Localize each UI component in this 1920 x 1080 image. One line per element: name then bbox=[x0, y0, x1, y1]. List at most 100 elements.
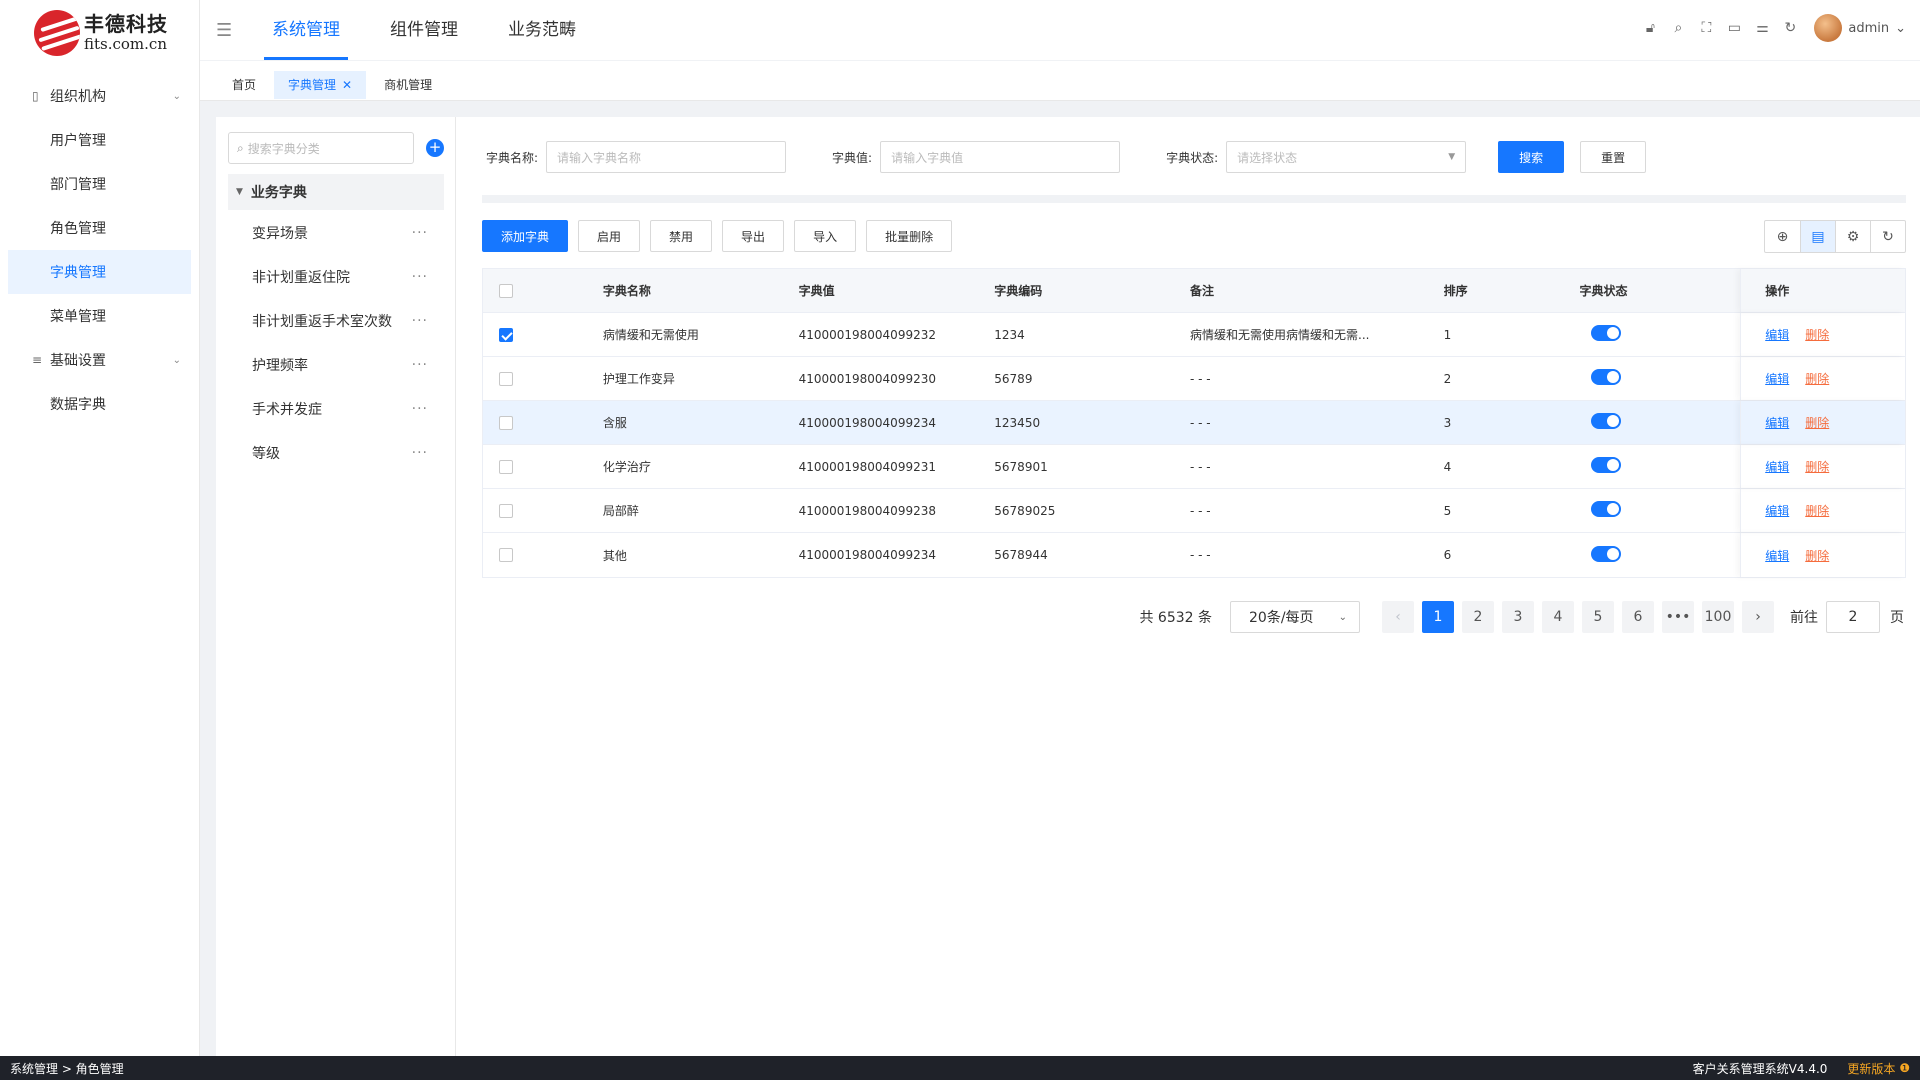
tab-home[interactable]: 首页 bbox=[218, 71, 270, 99]
more-icon[interactable]: ··· bbox=[412, 269, 428, 285]
sidebar-item-menus[interactable]: 菜单管理 bbox=[8, 294, 191, 338]
sidebar-item-roles[interactable]: 角色管理 bbox=[8, 206, 191, 250]
page-button[interactable]: 3 bbox=[1502, 601, 1534, 633]
tree-node[interactable]: 护理频率 ··· bbox=[252, 343, 444, 387]
sidebar-item-data-dictionary[interactable]: 数据字典 bbox=[8, 382, 191, 426]
edit-link[interactable]: 编辑 bbox=[1765, 547, 1789, 564]
nav-business[interactable]: 业务范畴 bbox=[500, 0, 584, 60]
prev-page-button[interactable]: ‹ bbox=[1382, 601, 1414, 633]
edit-link[interactable]: 编辑 bbox=[1765, 414, 1789, 431]
status-toggle[interactable] bbox=[1591, 457, 1622, 473]
add-category-button[interactable]: + bbox=[426, 139, 444, 157]
table-row[interactable]: 含服 410000198004099234 123450 - - - 3 编辑删… bbox=[483, 401, 1905, 445]
add-dictionary-button[interactable]: 添加字典 bbox=[482, 220, 569, 252]
reset-button[interactable]: 重置 bbox=[1580, 141, 1647, 173]
tree-search-input[interactable]: ⌕ 搜索字典分类 bbox=[228, 132, 414, 164]
dict-value-input[interactable]: 请输入字典值 bbox=[880, 141, 1121, 173]
refresh-icon[interactable]: ↻ bbox=[1870, 221, 1905, 252]
row-checkbox[interactable] bbox=[499, 327, 513, 342]
density-icon[interactable]: ▤ bbox=[1800, 221, 1835, 252]
edit-link[interactable]: 编辑 bbox=[1765, 326, 1789, 343]
goto-page-input[interactable]: 2 bbox=[1826, 601, 1880, 633]
status-toggle[interactable] bbox=[1591, 413, 1622, 429]
page-button[interactable]: 5 bbox=[1582, 601, 1614, 633]
delete-link[interactable]: 删除 bbox=[1805, 326, 1829, 343]
row-checkbox[interactable] bbox=[499, 503, 513, 518]
page-button[interactable]: 2 bbox=[1462, 601, 1494, 633]
more-icon[interactable]: ··· bbox=[412, 225, 428, 241]
row-checkbox[interactable] bbox=[499, 548, 513, 563]
menu-toggle-icon[interactable]: ☰ bbox=[216, 20, 232, 41]
zoom-icon[interactable]: ⊕ bbox=[1765, 221, 1800, 252]
sidebar-item-users[interactable]: 用户管理 bbox=[8, 118, 191, 162]
tab-dictionary[interactable]: 字典管理 ✕ bbox=[274, 71, 367, 99]
dict-name-input[interactable]: 请输入字典名称 bbox=[546, 141, 787, 173]
settings-icon[interactable]: ⚌ bbox=[1748, 20, 1776, 36]
row-checkbox[interactable] bbox=[499, 371, 513, 386]
delete-link[interactable]: 删除 bbox=[1805, 370, 1829, 387]
edit-link[interactable]: 编辑 bbox=[1765, 458, 1789, 475]
edit-link[interactable]: 编辑 bbox=[1765, 370, 1789, 387]
lock-icon[interactable]: 🔓︎ bbox=[1636, 20, 1664, 36]
page-size-select[interactable]: 20条/每页 ⌄ bbox=[1230, 601, 1360, 633]
more-pages-button[interactable]: ••• bbox=[1662, 601, 1694, 633]
table-row[interactable]: 局部醉 410000198004099238 56789025 - - - 5 … bbox=[483, 489, 1905, 533]
cell-name: 病情缓和无需使用 bbox=[602, 328, 699, 342]
fullscreen-icon[interactable]: ⛶ bbox=[1692, 20, 1720, 36]
page-button[interactable]: 100 bbox=[1702, 601, 1734, 633]
tree-root[interactable]: ▼ 业务字典 bbox=[228, 174, 444, 210]
sidebar-item-dictionary[interactable]: 字典管理 bbox=[8, 250, 191, 294]
page-button[interactable]: 6 bbox=[1622, 601, 1654, 633]
more-icon[interactable]: ··· bbox=[412, 313, 428, 329]
more-icon[interactable]: ··· bbox=[412, 401, 428, 417]
batch-delete-button[interactable]: 批量删除 bbox=[866, 220, 953, 252]
avatar[interactable] bbox=[1814, 14, 1843, 42]
tree-node[interactable]: 非计划重返手术室次数 ··· bbox=[252, 299, 444, 343]
import-button[interactable]: 导入 bbox=[794, 220, 857, 252]
delete-link[interactable]: 删除 bbox=[1805, 458, 1829, 475]
tree-node[interactable]: 非计划重返住院 ··· bbox=[252, 255, 444, 299]
refresh-icon[interactable]: ↻ bbox=[1776, 20, 1804, 36]
table-row[interactable]: 病情缓和无需使用 410000198004099232 1234 病情缓和无需使… bbox=[483, 313, 1905, 357]
menu-group-basic-settings[interactable]: ≡ 基础设置 ⌄ bbox=[0, 338, 199, 382]
status-toggle[interactable] bbox=[1591, 501, 1622, 517]
status-toggle[interactable] bbox=[1591, 369, 1622, 385]
status-select[interactable]: 请选择状态 ▼ bbox=[1226, 141, 1467, 173]
username[interactable]: admin bbox=[1848, 21, 1889, 36]
select-all-checkbox[interactable] bbox=[499, 283, 513, 298]
delete-link[interactable]: 删除 bbox=[1805, 547, 1829, 564]
menu-group-org[interactable]: ▯ 组织机构 ⌄ bbox=[0, 74, 199, 118]
enable-button[interactable]: 启用 bbox=[578, 220, 641, 252]
message-icon[interactable]: ▭ bbox=[1720, 20, 1748, 36]
next-page-button[interactable]: › bbox=[1742, 601, 1774, 633]
close-icon[interactable]: ✕ bbox=[342, 78, 352, 92]
nav-system[interactable]: 系统管理 bbox=[264, 0, 348, 60]
more-icon[interactable]: ··· bbox=[412, 445, 428, 461]
tree-node[interactable]: 手术并发症 ··· bbox=[252, 387, 444, 431]
row-checkbox[interactable] bbox=[499, 415, 513, 430]
status-toggle[interactable] bbox=[1591, 325, 1622, 341]
export-button[interactable]: 导出 bbox=[722, 220, 785, 252]
delete-link[interactable]: 删除 bbox=[1805, 414, 1829, 431]
disable-button[interactable]: 禁用 bbox=[650, 220, 713, 252]
update-version-link[interactable]: 更新版本 bbox=[1847, 1060, 1895, 1077]
row-checkbox[interactable] bbox=[499, 459, 513, 474]
page-button[interactable]: 4 bbox=[1542, 601, 1574, 633]
edit-link[interactable]: 编辑 bbox=[1765, 502, 1789, 519]
status-toggle[interactable] bbox=[1591, 545, 1622, 562]
search-button[interactable]: 搜索 bbox=[1498, 141, 1565, 173]
search-icon[interactable]: ⌕ bbox=[1664, 20, 1692, 36]
gear-icon[interactable]: ⚙ bbox=[1835, 221, 1870, 252]
tree-node[interactable]: 变异场景 ··· bbox=[252, 211, 444, 255]
chevron-down-icon[interactable]: ⌄ bbox=[1895, 21, 1906, 36]
table-row[interactable]: 护理工作变异 410000198004099230 56789 - - - 2 … bbox=[483, 357, 1905, 401]
tab-opportunity[interactable]: 商机管理 bbox=[370, 71, 446, 99]
delete-link[interactable]: 删除 bbox=[1805, 502, 1829, 519]
nav-components[interactable]: 组件管理 bbox=[382, 0, 466, 60]
tree-node[interactable]: 等级 ··· bbox=[252, 431, 444, 475]
sidebar-item-departments[interactable]: 部门管理 bbox=[8, 162, 191, 206]
more-icon[interactable]: ··· bbox=[412, 357, 428, 373]
page-button[interactable]: 1 bbox=[1422, 601, 1454, 633]
table-row[interactable]: 其他 410000198004099234 5678944 - - - 6 编辑… bbox=[483, 533, 1905, 577]
table-row[interactable]: 化学治疗 410000198004099231 5678901 - - - 4 … bbox=[483, 445, 1905, 489]
